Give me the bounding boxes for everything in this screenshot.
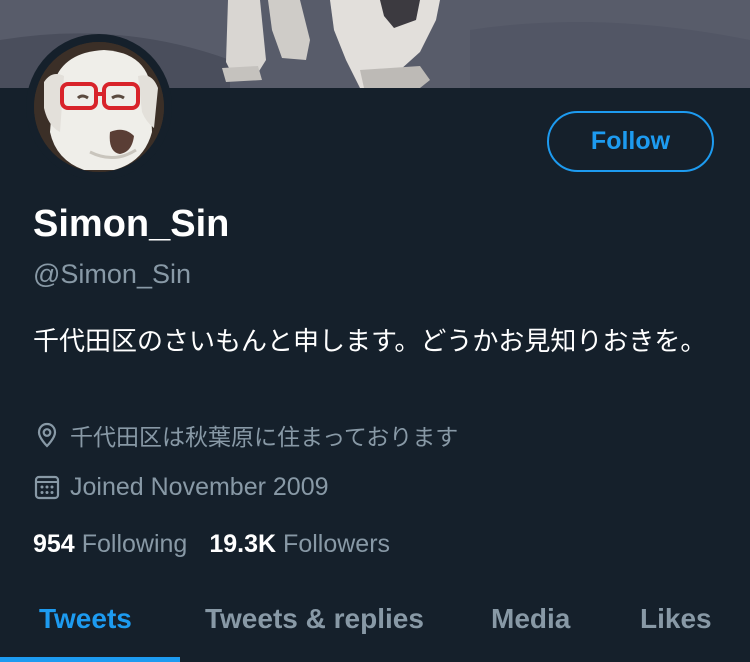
display-name: Simon_Sin xyxy=(33,203,230,245)
tab-media[interactable]: Media xyxy=(491,586,570,652)
tab-likes[interactable]: Likes xyxy=(640,586,712,652)
joined-row: Joined November 2009 xyxy=(33,471,329,503)
handle: @Simon_Sin xyxy=(33,259,191,289)
location-row: 千代田区は秋葉原に住まっております xyxy=(33,419,458,451)
avatar-dog-photo xyxy=(34,42,164,172)
avatar[interactable] xyxy=(34,42,164,172)
followers-label: Followers xyxy=(283,529,391,558)
tab-tweets-replies[interactable]: Tweets & replies xyxy=(205,586,424,652)
following-label: Following xyxy=(81,529,188,558)
bio: 千代田区のさいもんと申します。どうかお見知りおきを。 xyxy=(33,327,707,357)
following-link[interactable]: 954 Following xyxy=(33,530,187,559)
joined-text: Joined November 2009 xyxy=(70,472,329,501)
follow-stats: 954 Following 19.3K Followers xyxy=(33,527,390,561)
location-pin-icon xyxy=(33,421,61,449)
calendar-icon xyxy=(33,473,61,501)
following-count: 954 xyxy=(33,529,75,558)
tab-tweets[interactable]: Tweets xyxy=(39,586,132,652)
followers-link[interactable]: 19.3K Followers xyxy=(209,530,390,559)
location-text: 千代田区は秋葉原に住まっております xyxy=(70,425,459,451)
follow-button[interactable]: Follow xyxy=(547,111,714,172)
active-tab-indicator xyxy=(0,657,180,662)
profile-tabs: Tweets Tweets & replies Media Likes xyxy=(0,586,750,662)
followers-count: 19.3K xyxy=(209,529,277,558)
